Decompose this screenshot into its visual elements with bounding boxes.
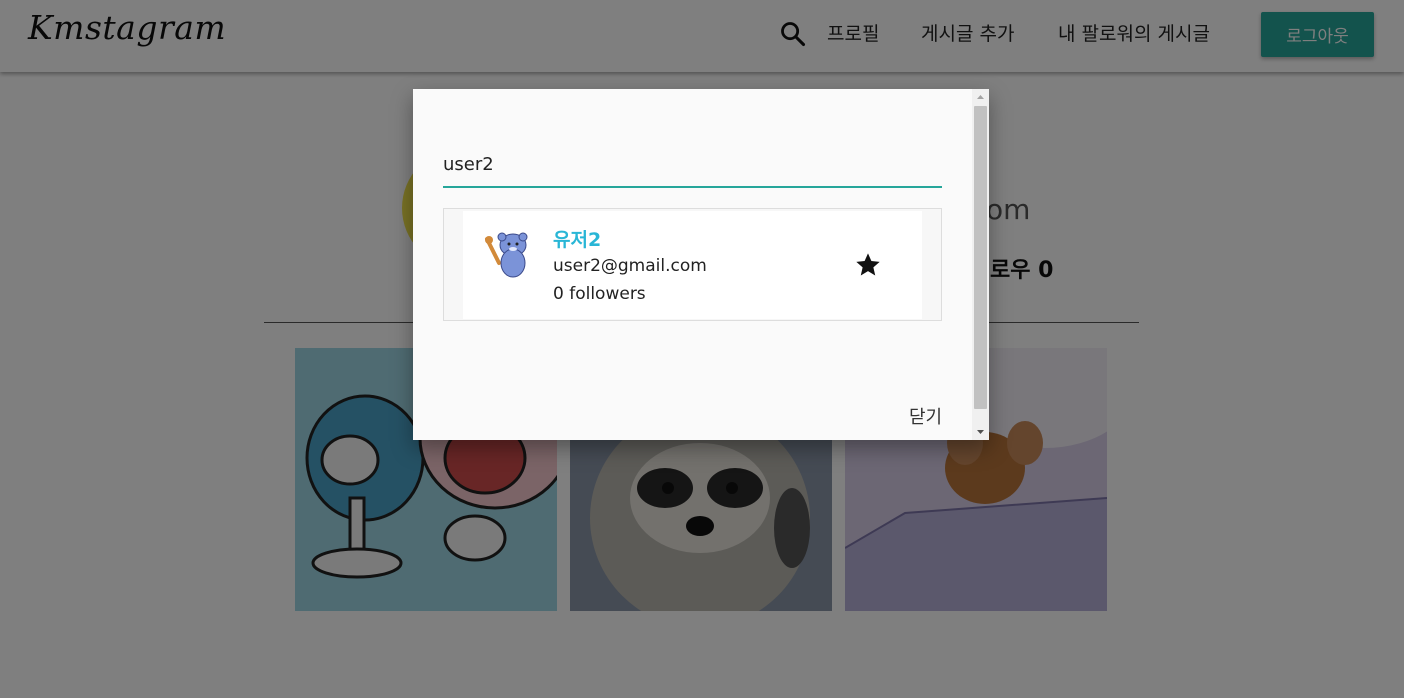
- scroll-up-arrow-icon[interactable]: [972, 89, 989, 105]
- scrollbar-thumb[interactable]: [974, 106, 987, 409]
- user-result-card[interactable]: 유저2 user2@gmail.com 0 followers: [463, 211, 922, 319]
- star-icon[interactable]: [854, 251, 882, 279]
- bear-avatar-icon: [485, 232, 528, 278]
- search-results-list: 유저2 user2@gmail.com 0 followers: [443, 208, 942, 321]
- user-search-input[interactable]: [443, 143, 942, 188]
- user-result-name[interactable]: 유저2: [553, 225, 601, 252]
- user-result-email: user2@gmail.com: [553, 256, 707, 276]
- user-result-followers: 0 followers: [553, 284, 646, 304]
- user-search-modal: 유저2 user2@gmail.com 0 followers 닫기: [413, 89, 989, 440]
- scroll-down-arrow-icon[interactable]: [972, 424, 989, 440]
- close-button[interactable]: 닫기: [909, 403, 942, 429]
- modal-scrollbar[interactable]: [972, 89, 989, 440]
